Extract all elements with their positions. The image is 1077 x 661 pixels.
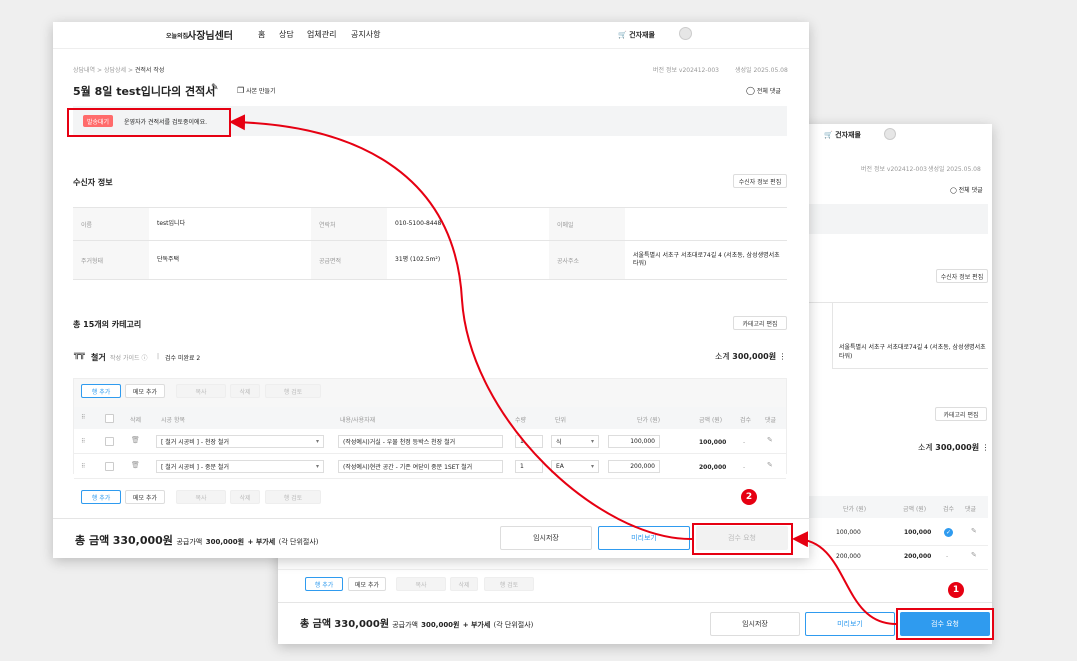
arrow-to-status bbox=[229, 114, 693, 541]
arrow-to-front-request bbox=[792, 531, 897, 625]
annotation-arrows bbox=[229, 114, 897, 625]
